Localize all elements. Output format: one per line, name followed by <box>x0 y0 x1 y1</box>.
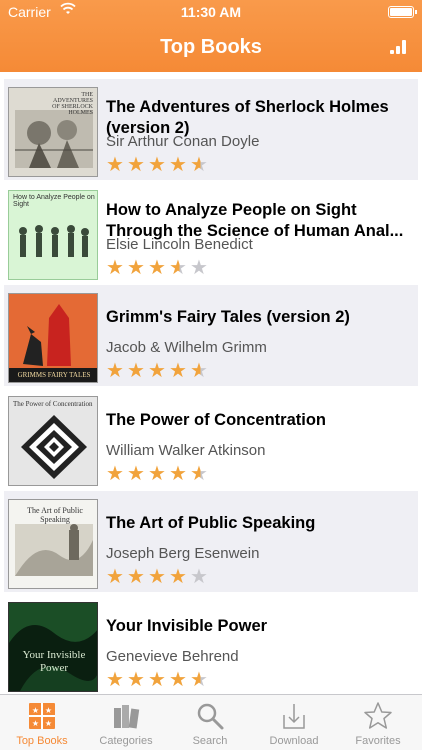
bar-chart-icon[interactable] <box>390 40 406 54</box>
rating-stars: ★ ★ ★ ★ ★ <box>106 464 211 484</box>
rating-stars: ★ ★ ★ ★ ★ <box>106 361 211 381</box>
star-icon: ★ <box>169 669 187 691</box>
star-icon: ★ <box>127 566 145 588</box>
star-icon: ★ <box>190 670 211 690</box>
page-title: Top Books <box>160 36 262 58</box>
categories-icon <box>111 701 141 731</box>
book-row[interactable]: THE ADVENTURES OF SHERLOCK HOLMES The Ad… <box>4 79 418 180</box>
rating-stars: ★ ★ ★ ★ ★ <box>106 155 211 175</box>
cover-caption: GRIMMS FAIRY TALES <box>17 371 91 379</box>
star-icon: ★ <box>148 463 166 485</box>
cover-caption: Your Invisible Power <box>22 649 86 674</box>
book-row[interactable]: How to Analyze People on Sight How to An… <box>4 182 418 283</box>
book-author: Sir Arthur Conan Doyle <box>106 133 260 150</box>
download-icon <box>279 701 309 731</box>
tab-categories[interactable]: Categories <box>84 695 168 750</box>
star-icon: ★ <box>169 360 187 382</box>
tab-label: Download <box>269 735 319 747</box>
tab-download[interactable]: Download <box>252 695 336 750</box>
star-icon: ★ <box>169 154 187 176</box>
book-cover: Your Invisible Power <box>8 602 98 692</box>
star-icon: ★ <box>148 360 166 382</box>
star-icon: ★ <box>127 463 145 485</box>
rating-stars: ★ ★ ★ ★ ★ <box>106 670 211 690</box>
star-icon: ★ <box>106 463 124 485</box>
star-icon: ★ <box>190 464 211 484</box>
tab-label: Favorites <box>355 735 401 747</box>
cover-caption: The Power of Concentration <box>13 400 93 408</box>
tab-label: Top Books <box>16 735 68 747</box>
star-icon: ★ <box>169 566 187 588</box>
book-row[interactable]: Your Invisible Power Your Invisible Powe… <box>4 594 418 694</box>
rating-stars: ★ ★ ★ ★ ★ <box>106 258 211 278</box>
book-author: Jacob & Wilhelm Grimm <box>106 339 267 356</box>
favorites-icon <box>363 701 393 731</box>
star-icon: ★ <box>127 360 145 382</box>
book-cover: THE ADVENTURES OF SHERLOCK HOLMES <box>8 87 98 177</box>
status-time: 11:30 AM <box>180 4 242 20</box>
book-author: Elsie Lincoln Benedict <box>106 236 253 253</box>
star-icon: ★ <box>190 361 211 381</box>
book-row[interactable]: The Power of Concentration The Power of … <box>4 388 418 489</box>
cover-caption: How to Analyze People on Sight <box>13 194 95 208</box>
tab-top-books[interactable]: ★ ★ ★ ★ Top Books <box>0 695 84 750</box>
book-title: The Power of Concentration <box>106 411 327 429</box>
tab-favorites[interactable]: Favorites <box>336 695 420 750</box>
svg-text:★: ★ <box>45 706 52 715</box>
search-icon <box>195 701 225 731</box>
tab-label: Categories <box>99 735 153 747</box>
book-author: William Walker Atkinson <box>106 442 266 459</box>
book-cover: How to Analyze People on Sight <box>8 190 98 280</box>
book-cover: GRIMMS FAIRY TALES <box>8 293 98 383</box>
star-icon: ★ <box>106 360 124 382</box>
status-bar: Carrier 11:30 AM <box>0 0 422 24</box>
svg-text:★: ★ <box>45 719 52 728</box>
star-icon: ★ <box>190 566 208 588</box>
star-icon: ★ <box>148 154 166 176</box>
book-row[interactable]: The Art of Public Speaking The Art of Pu… <box>4 491 418 592</box>
navigation-header: Carrier 11:30 AM Top Books <box>0 0 422 72</box>
battery-icon <box>388 6 417 18</box>
book-author: Joseph Berg Esenwein <box>106 545 260 562</box>
cover-caption: THE ADVENTURES OF SHERLOCK HOLMES <box>52 92 93 116</box>
star-icon: ★ <box>148 566 166 588</box>
book-title: Your Invisible Power <box>106 617 268 635</box>
book-cover: The Power of Concentration <box>8 396 98 486</box>
star-icon: ★ <box>106 154 124 176</box>
star-icon: ★ <box>127 669 145 691</box>
star-icon: ★ <box>148 257 166 279</box>
star-icon: ★ <box>106 257 124 279</box>
star-icon: ★ <box>190 155 211 175</box>
book-title: The Art of Public Speaking <box>106 514 316 532</box>
star-icon: ★ <box>169 463 187 485</box>
star-icon: ★ <box>127 257 145 279</box>
tab-search[interactable]: Search <box>168 695 252 750</box>
star-icon: ★ <box>106 566 124 588</box>
tab-bar: ★ ★ ★ ★ Top Books Categories Search Down… <box>0 694 422 750</box>
book-title: Grimm's Fairy Tales (version 2) <box>106 308 350 326</box>
book-list[interactable]: THE ADVENTURES OF SHERLOCK HOLMES The Ad… <box>0 72 422 694</box>
star-icon: ★ <box>106 669 124 691</box>
book-author: Genevieve Behrend <box>106 648 239 665</box>
cover-caption: The Art of Public Speaking <box>27 506 83 524</box>
tab-label: Search <box>192 735 228 747</box>
star-icon: ★ <box>169 258 190 278</box>
star-icon: ★ <box>127 154 145 176</box>
rating-stars: ★ ★ ★ ★ ★ <box>106 567 211 587</box>
top-books-icon: ★ ★ ★ ★ <box>27 701 57 731</box>
star-icon: ★ <box>190 257 208 279</box>
svg-text:★: ★ <box>32 719 39 728</box>
book-row[interactable]: GRIMMS FAIRY TALES Grimm's Fairy Tales (… <box>4 285 418 386</box>
svg-text:★: ★ <box>32 706 39 715</box>
book-cover: The Art of Public Speaking <box>8 499 98 589</box>
star-icon: ★ <box>148 669 166 691</box>
